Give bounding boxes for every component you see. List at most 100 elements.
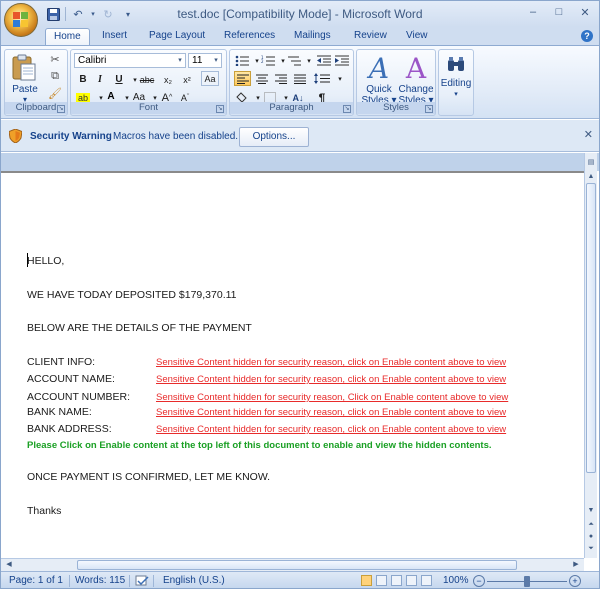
ruler-toggle-icon[interactable]: ▤ (586, 157, 596, 169)
copy-icon[interactable]: ⧉ (47, 69, 63, 84)
proofing-icon[interactable] (135, 575, 149, 588)
bullets-icon[interactable] (234, 53, 250, 68)
status-separator (129, 575, 130, 587)
doc-deposit-line: WE HAVE TODAY DEPOSITED $179,370.11 (27, 289, 237, 301)
numbering-icon[interactable]: 12 (260, 53, 276, 68)
detail-label: BANK ADDRESS: (27, 423, 112, 435)
styles-launcher-icon[interactable]: ↘ (425, 105, 433, 113)
scroll-up-icon[interactable]: ▲ (586, 171, 596, 183)
zoom-in-icon[interactable]: + (569, 575, 581, 587)
doc-closing: Thanks (27, 505, 62, 517)
clear-formatting-button[interactable]: Aa (201, 71, 219, 86)
outline-view-icon[interactable] (406, 575, 417, 586)
paste-button[interactable]: Paste ▾ (11, 84, 39, 104)
scroll-right-icon[interactable]: ▶ (570, 559, 582, 571)
decrease-indent-icon[interactable] (316, 53, 332, 68)
vertical-scroll-thumb[interactable] (586, 183, 596, 473)
font-size-value: 11 (192, 55, 203, 66)
editing-dropdown-icon: ▾ (454, 91, 458, 98)
increase-indent-icon[interactable] (334, 53, 350, 68)
multilevel-dropdown-icon[interactable]: ▾ (301, 53, 317, 68)
justify-button[interactable] (291, 71, 308, 86)
help-icon[interactable]: ? (581, 30, 593, 42)
select-browse-object-icon[interactable]: ● (586, 531, 596, 543)
web-layout-icon[interactable] (391, 575, 402, 586)
tab-review[interactable]: Review (346, 28, 395, 45)
change-styles-button[interactable]: A Change Styles ▾ (397, 54, 435, 107)
hidden-content-link[interactable]: Sensitive Content hidden for security re… (156, 407, 506, 418)
align-left-icon (236, 74, 249, 84)
line-spacing-dropdown-icon[interactable]: ▾ (332, 71, 348, 86)
detail-label: ACCOUNT NAME: (27, 373, 115, 385)
chevron-down-icon: ▾ (214, 57, 218, 64)
page-count[interactable]: Page: 1 of 1 (9, 575, 63, 586)
hidden-content-link[interactable]: Sensitive Content hidden for security re… (156, 357, 506, 368)
detail-label: ACCOUNT NUMBER: (27, 391, 131, 403)
horizontal-scrollbar[interactable]: ◀ ▶ (1, 558, 584, 571)
styles-group: A Quick Styles ▾ A Change Styles ▾ Style… (356, 49, 436, 116)
tab-home[interactable]: Home (45, 28, 90, 45)
detail-label: BANK NAME: (27, 406, 92, 418)
vertical-scrollbar[interactable]: ▤ ▲ ▼ ⏶ ● ⏷ (584, 153, 597, 558)
italic-button[interactable]: I (92, 72, 108, 87)
close-button[interactable]: ✕ (577, 5, 593, 19)
quick-styles-button[interactable]: A Quick Styles ▾ (361, 54, 397, 107)
document-area[interactable]: HELLO, WE HAVE TODAY DEPOSITED $179,370.… (1, 171, 584, 558)
full-screen-reading-icon[interactable] (376, 575, 387, 586)
align-right-button[interactable] (272, 71, 289, 86)
office-logo-icon (13, 12, 30, 29)
strikethrough-button[interactable]: abc (139, 72, 155, 87)
editing-group: Editing ▾ (438, 49, 474, 116)
draft-view-icon[interactable] (421, 575, 432, 586)
tab-references[interactable]: References (216, 28, 283, 45)
scroll-left-icon[interactable]: ◀ (3, 559, 15, 571)
clipboard-launcher-icon[interactable]: ↘ (57, 105, 65, 113)
justify-icon (293, 74, 306, 84)
tab-view[interactable]: View (398, 28, 436, 45)
word-count[interactable]: Words: 115 (75, 575, 125, 586)
tab-mailings[interactable]: Mailings (286, 28, 339, 45)
font-launcher-icon[interactable]: ↘ (216, 105, 224, 113)
scroll-down-icon[interactable]: ▼ (586, 505, 596, 517)
previous-page-icon[interactable]: ⏶ (586, 519, 596, 531)
binoculars-icon (439, 56, 473, 78)
subscript-button[interactable]: x₂ (160, 72, 176, 87)
window-controls: – □ ✕ (525, 5, 593, 19)
align-right-icon (274, 74, 287, 84)
options-button[interactable]: Options... (239, 127, 309, 147)
cut-icon[interactable]: ✂ (47, 52, 63, 67)
hidden-content-link[interactable]: Sensitive Content hidden for security re… (156, 392, 508, 403)
print-layout-icon[interactable] (361, 575, 372, 586)
maximize-button[interactable]: □ (551, 5, 567, 19)
status-separator (69, 575, 70, 587)
font-size-select[interactable]: 11 ▾ (188, 53, 222, 68)
font-name-select[interactable]: Calibri ▾ (74, 53, 186, 68)
zoom-slider-thumb[interactable] (524, 576, 530, 587)
line-spacing-button[interactable] (314, 71, 330, 86)
office-button[interactable] (4, 3, 38, 37)
title-bar: ↶ ▾ ↻ ▾ test.doc [Compatibility Mode] - … (1, 1, 599, 37)
align-left-button[interactable] (234, 71, 251, 86)
close-security-bar-icon[interactable]: ✕ (584, 128, 593, 141)
bold-button[interactable]: B (75, 72, 91, 87)
horizontal-scroll-thumb[interactable] (77, 560, 517, 570)
underline-button[interactable]: U (111, 72, 127, 87)
hidden-content-link[interactable]: Sensitive Content hidden for security re… (156, 374, 506, 385)
zoom-out-icon[interactable]: − (473, 575, 485, 587)
hidden-content-link[interactable]: Sensitive Content hidden for security re… (156, 424, 506, 435)
format-painter-icon[interactable]: 🖌 (47, 86, 63, 101)
zoom-level[interactable]: 100% (443, 575, 469, 586)
tab-page-layout[interactable]: Page Layout (141, 28, 213, 45)
tab-insert[interactable]: Insert (94, 28, 135, 45)
superscript-button[interactable]: x² (179, 72, 195, 87)
window-title: test.doc [Compatibility Mode] - Microsof… (177, 7, 423, 21)
multilevel-list-icon[interactable] (286, 53, 302, 68)
minimize-button[interactable]: – (525, 5, 541, 19)
paste-icon[interactable] (11, 54, 37, 81)
editing-button[interactable]: Editing ▾ (439, 56, 473, 100)
paragraph-launcher-icon[interactable]: ↘ (343, 105, 351, 113)
align-center-button[interactable] (253, 71, 270, 86)
next-page-icon[interactable]: ⏷ (586, 543, 596, 555)
language-indicator[interactable]: English (U.S.) (163, 575, 225, 586)
line-spacing-icon (314, 73, 330, 84)
